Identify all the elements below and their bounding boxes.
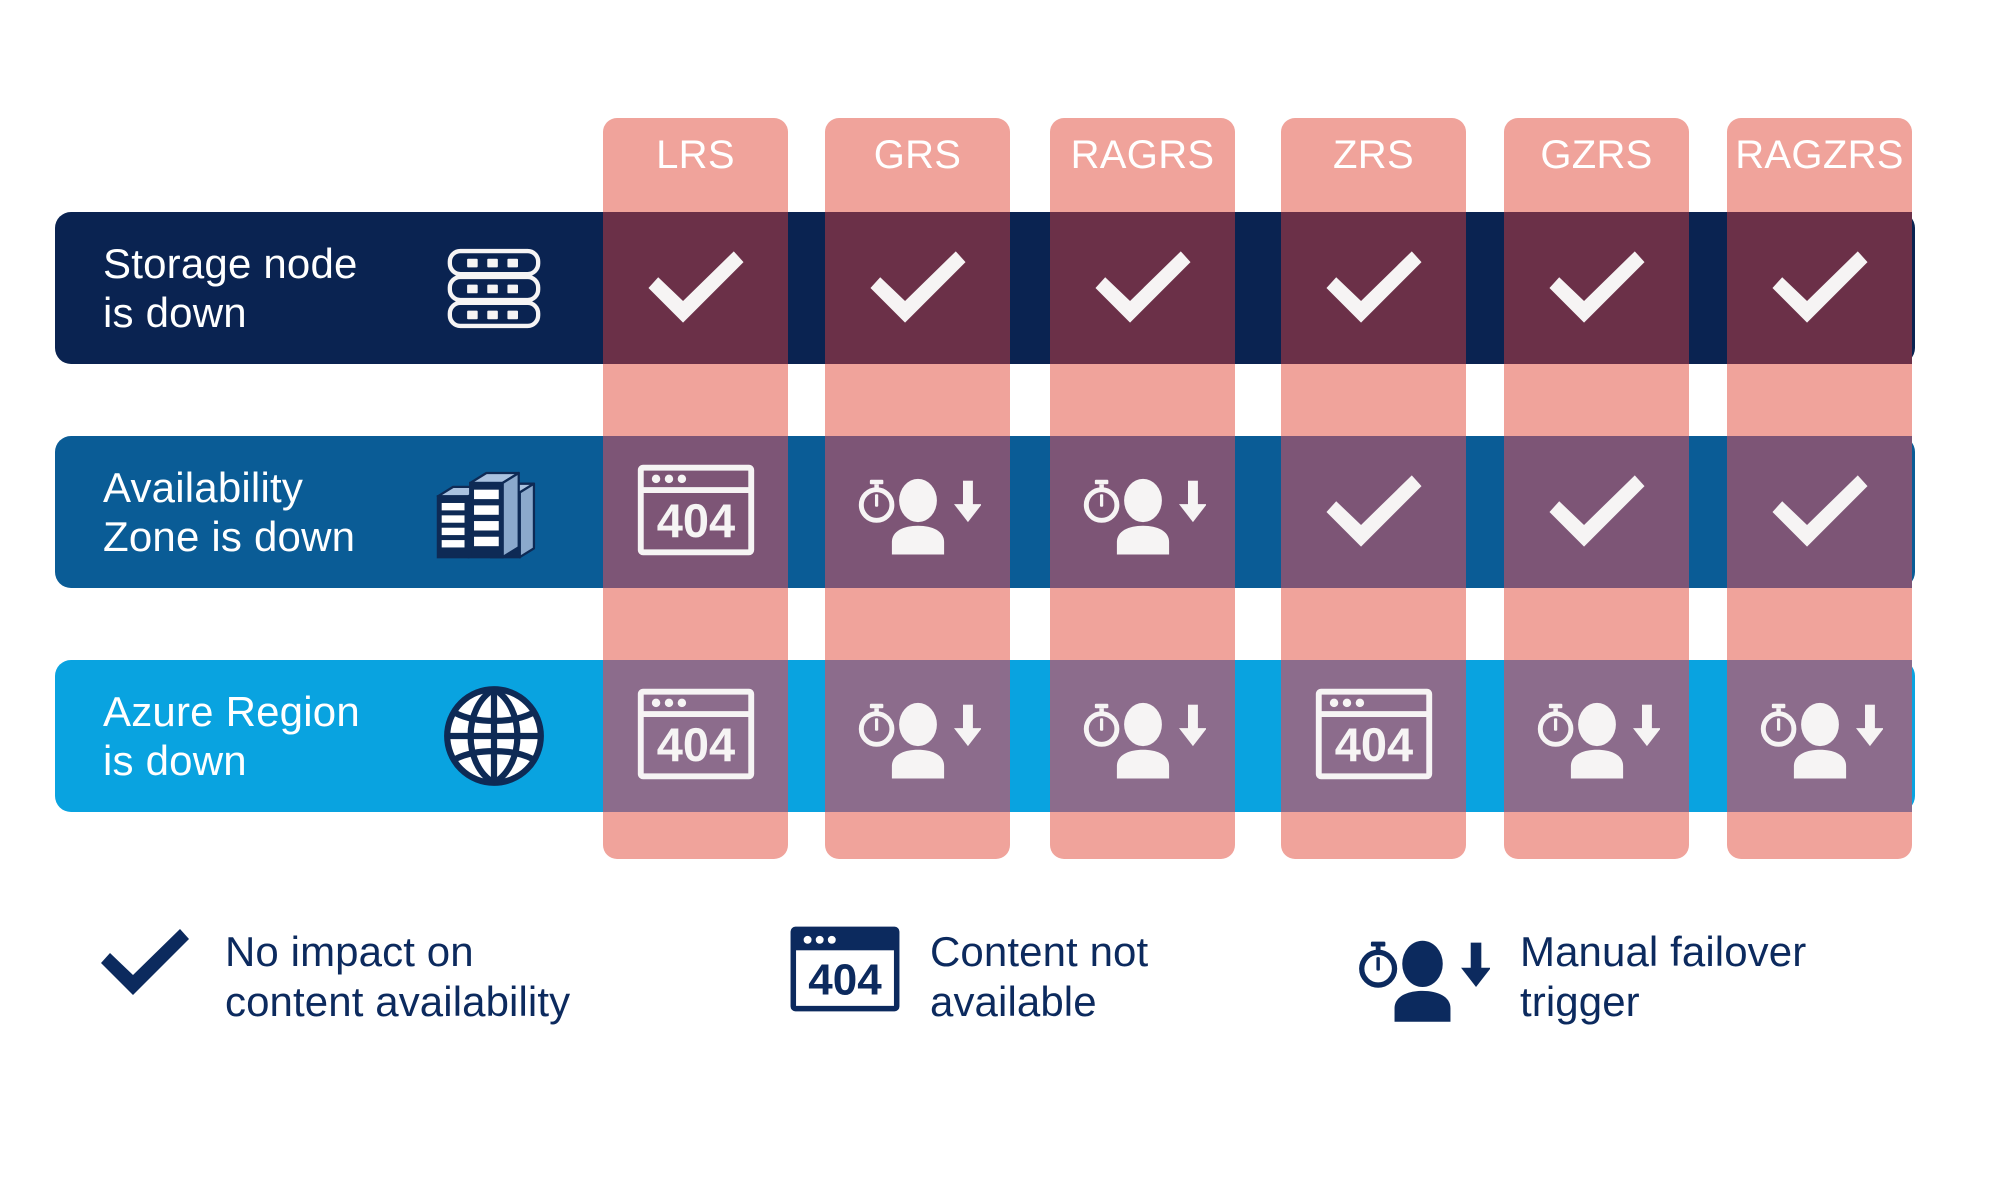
check-icon bbox=[1320, 247, 1428, 330]
cell-availability-zone-gzrs bbox=[1504, 436, 1689, 588]
svg-text:404: 404 bbox=[808, 955, 882, 1004]
globe-icon bbox=[430, 680, 558, 792]
column-header-lrs: LRS bbox=[656, 133, 735, 177]
check-icon bbox=[1543, 471, 1651, 554]
check-icon bbox=[95, 925, 195, 997]
column-header-grs: GRS bbox=[873, 133, 962, 177]
availability-zone-icon bbox=[430, 456, 558, 568]
cell-azure-region-gzrs bbox=[1504, 660, 1689, 812]
check-icon bbox=[1766, 247, 1874, 330]
server-stack-icon bbox=[430, 232, 558, 344]
legend-item-no-impact: No impact on content availability bbox=[95, 925, 570, 1028]
svg-text:404: 404 bbox=[656, 494, 734, 547]
svg-text:404: 404 bbox=[1334, 718, 1412, 771]
check-icon bbox=[1089, 247, 1197, 330]
row-label-text-azure-region: Azure Region is down bbox=[103, 687, 360, 784]
row-label-availability-zone: Availability Zone is down bbox=[55, 436, 600, 588]
column-header-zrs: ZRS bbox=[1333, 133, 1414, 177]
legend-item-manual-failover: Manual failover trigger bbox=[1355, 925, 1806, 1028]
cell-storage-node-ragrs bbox=[1050, 212, 1235, 364]
check-icon bbox=[1320, 471, 1428, 554]
cell-storage-node-lrs bbox=[603, 212, 788, 364]
legend-label-content-not-available: Content not available bbox=[930, 928, 1149, 1026]
cell-availability-zone-grs bbox=[825, 436, 1010, 588]
failover-trigger-icon bbox=[1355, 925, 1490, 1022]
legend-item-content-not-available: 404 Content not available bbox=[790, 925, 1148, 1028]
404-browser-icon: 404 bbox=[1315, 687, 1433, 786]
cell-azure-region-grs bbox=[825, 660, 1010, 812]
failover-trigger-icon bbox=[1080, 464, 1207, 560]
failover-trigger-icon bbox=[855, 464, 982, 560]
failover-trigger-icon bbox=[1757, 688, 1884, 784]
row-label-text-availability-zone: Availability Zone is down bbox=[103, 463, 356, 560]
check-icon bbox=[1766, 471, 1874, 554]
cell-azure-region-lrs: 404 bbox=[603, 660, 788, 812]
cell-availability-zone-lrs: 404 bbox=[603, 436, 788, 588]
cell-storage-node-gzrs bbox=[1504, 212, 1689, 364]
legend-label-manual-failover: Manual failover trigger bbox=[1520, 928, 1807, 1026]
cell-availability-zone-zrs bbox=[1281, 436, 1466, 588]
cell-availability-zone-ragzrs bbox=[1727, 436, 1912, 588]
cell-storage-node-grs bbox=[825, 212, 1010, 364]
404-browser-icon: 404 bbox=[637, 687, 755, 786]
row-label-azure-region: Azure Region is down bbox=[55, 660, 600, 812]
row-label-storage-node: Storage node is down bbox=[55, 212, 600, 364]
column-header-ragrs: RAGRS bbox=[1070, 133, 1215, 177]
404-browser-icon: 404 bbox=[637, 463, 755, 562]
legend-label-no-impact: No impact on content availability bbox=[225, 928, 571, 1026]
failover-trigger-icon bbox=[855, 688, 982, 784]
404-browser-icon: 404 bbox=[790, 925, 900, 1013]
resiliency-matrix: LRS GRS RAGRS ZRS GZRS RAGZRS Storage node is … bbox=[0, 0, 1999, 890]
failover-trigger-icon bbox=[1534, 688, 1661, 784]
cell-azure-region-ragrs bbox=[1050, 660, 1235, 812]
column-header-ragzrs: RAGZRS bbox=[1735, 133, 1904, 177]
check-icon bbox=[864, 247, 972, 330]
legend: No impact on content availability 404 Cont… bbox=[0, 925, 1999, 1105]
cell-availability-zone-ragrs bbox=[1050, 436, 1235, 588]
cell-azure-region-zrs: 404 bbox=[1281, 660, 1466, 812]
failover-trigger-icon bbox=[1080, 688, 1207, 784]
check-icon bbox=[1543, 247, 1651, 330]
svg-text:404: 404 bbox=[656, 718, 734, 771]
cell-storage-node-ragzrs bbox=[1727, 212, 1912, 364]
cell-storage-node-zrs bbox=[1281, 212, 1466, 364]
column-header-gzrs: GZRS bbox=[1540, 133, 1653, 177]
check-icon bbox=[642, 247, 750, 330]
cell-azure-region-ragzrs bbox=[1727, 660, 1912, 812]
row-label-text-storage-node: Storage node is down bbox=[103, 239, 358, 336]
